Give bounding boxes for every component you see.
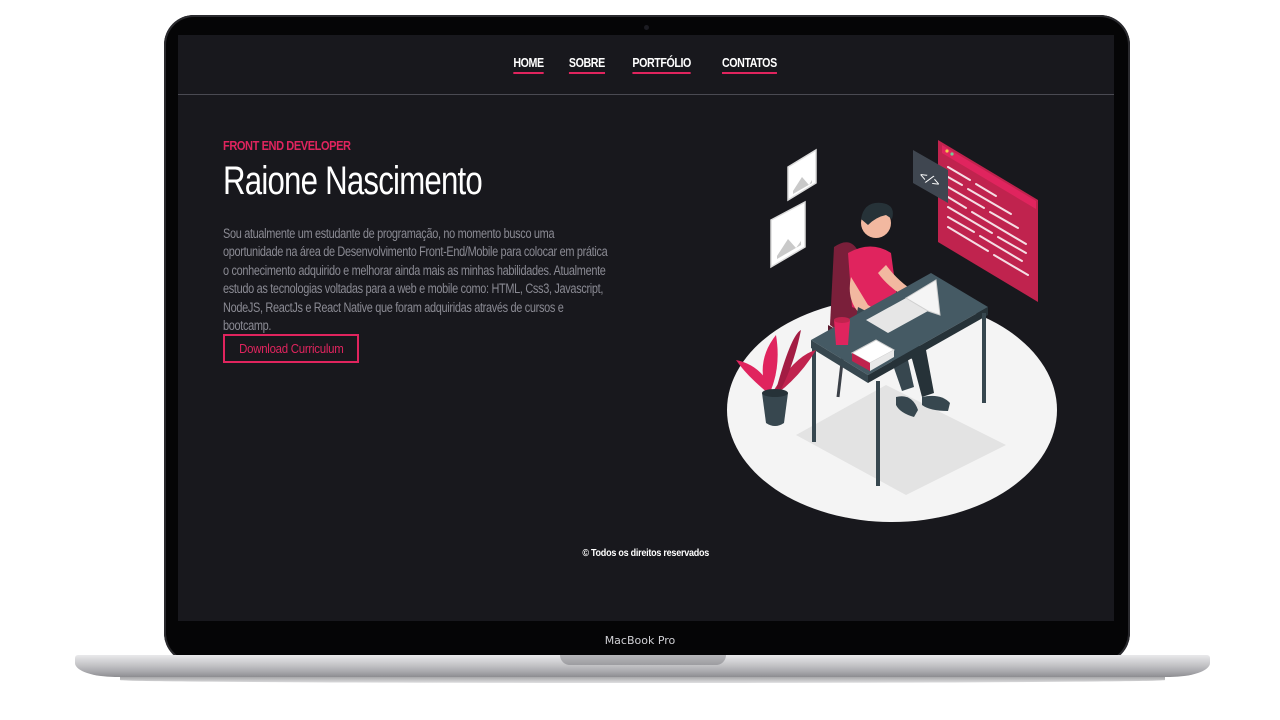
role-subtitle: FRONT END DEVELOPER [223, 138, 351, 153]
nav-link-home[interactable]: HOME [512, 55, 544, 74]
code-window-panel [938, 140, 1038, 302]
footer-copyright: © Todos os direitos reservados [178, 547, 1114, 559]
developer-name: Raione Nascimento [223, 159, 483, 203]
bio-paragraph: Sou atualmente um estudante de programaç… [223, 226, 608, 334]
nav-links: HOME SOBRE PORTFÓLIO CONTATOS [178, 55, 1114, 74]
footer-text: © Todos os direitos reservados [582, 547, 710, 559]
download-curriculum-button[interactable]: Download Curriculum [223, 334, 359, 363]
picture-frame-top [787, 148, 817, 202]
laptop-screen: HOME SOBRE PORTFÓLIO CONTATOS FRONT END … [178, 35, 1114, 621]
developer-illustration: </> [727, 140, 1057, 522]
nav-link-contatos[interactable]: CONTATOS [721, 55, 777, 74]
camera-icon [644, 25, 649, 30]
picture-frame-bottom [770, 200, 806, 269]
laptop-hinge-notch [560, 655, 726, 665]
top-navigation: HOME SOBRE PORTFÓLIO CONTATOS [178, 35, 1114, 95]
coffee-cup [834, 317, 850, 345]
download-button-label: Download Curriculum [238, 341, 344, 356]
laptop-base-shadow [120, 677, 1165, 683]
nav-link-portfolio[interactable]: PORTFÓLIO [632, 55, 692, 74]
nav-link-sobre[interactable]: SOBRE [568, 55, 605, 74]
device-model-label: MacBook Pro [604, 634, 676, 647]
